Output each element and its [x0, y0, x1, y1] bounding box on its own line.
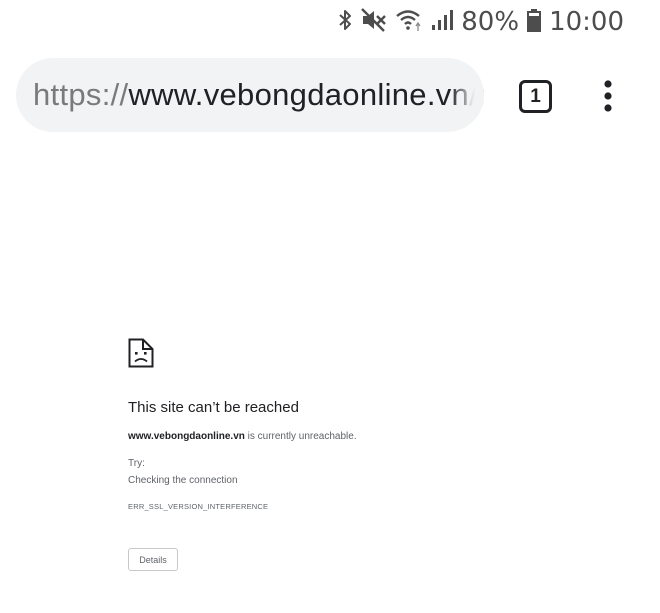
signal-icon	[431, 8, 454, 37]
tab-switcher-button[interactable]: 1	[519, 80, 552, 113]
sad-page-icon	[128, 338, 154, 373]
clock: 10:00	[549, 7, 624, 37]
error-title: This site can’t be reached	[128, 399, 299, 416]
url-scheme: https://	[33, 77, 129, 112]
error-host: www.vebongdaonline.vn	[128, 431, 245, 442]
url-host: www.vebongdaonline.vn	[128, 77, 470, 112]
wifi-icon	[395, 8, 423, 37]
tab-count: 1	[530, 85, 541, 107]
mute-icon	[361, 7, 387, 37]
status-bar: 80% 10:00	[0, 0, 660, 44]
browser-toolbar: https://www.vebongdaonline.vn/c 1	[0, 58, 660, 134]
status-icons: 80% 10:00	[337, 7, 624, 37]
error-description-text: is currently unreachable.	[244, 431, 357, 442]
details-button[interactable]: Details	[128, 548, 178, 571]
suggestion-check-connection: Checking the connection	[128, 475, 238, 486]
url-text[interactable]: https://www.vebongdaonline.vn/c	[16, 77, 484, 113]
bluetooth-icon	[337, 8, 353, 37]
url-fade	[450, 58, 484, 132]
more-vert-icon[interactable]	[596, 78, 620, 114]
address-bar[interactable]: https://www.vebongdaonline.vn/c	[16, 58, 484, 132]
error-code: ERR_SSL_VERSION_INTERFERENCE	[128, 502, 269, 511]
battery-icon	[527, 8, 542, 37]
battery-percent: 80%	[461, 7, 520, 37]
try-label: Try:	[128, 458, 145, 469]
error-description: www.vebongdaonline.vn is currently unrea…	[128, 431, 357, 442]
